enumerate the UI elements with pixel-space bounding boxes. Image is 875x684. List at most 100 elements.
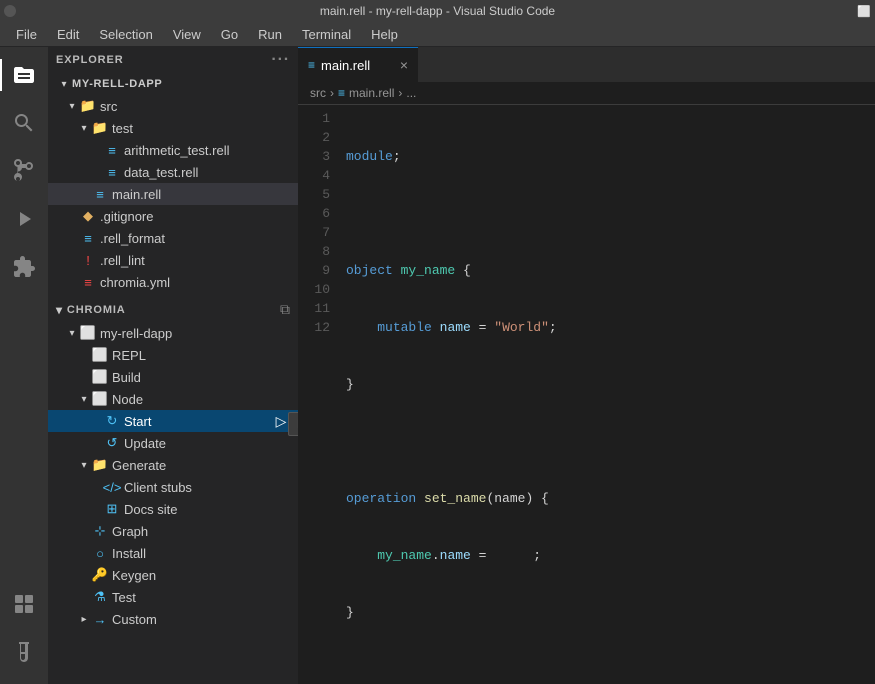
rell-lint-icon: ! [80,252,96,268]
menu-help[interactable]: Help [363,25,406,44]
chromia-start[interactable]: ▸ ↻ Start ▷ [48,410,298,432]
chromia-update[interactable]: ▸ ↺ Update [48,432,298,454]
run-icon [12,207,36,231]
build-icon: ⬜ [92,369,108,385]
breadcrumb-dots[interactable]: ... [406,86,416,100]
chromia-graph[interactable]: ▸ ⊹ Graph [48,520,298,542]
activity-remote[interactable] [0,580,48,628]
menu-go[interactable]: Go [213,25,246,44]
repl-label: REPL [112,348,146,363]
breadcrumb-src[interactable]: src [310,86,326,100]
menu-edit[interactable]: Edit [49,25,87,44]
data-test-file[interactable]: ▸ ≡ data_test.rell [48,161,298,183]
arithmetic-test-file[interactable]: ▸ ≡ arithmetic_test.rell [48,139,298,161]
data-test-label: data_test.rell [124,165,198,180]
activity-testing[interactable] [0,628,48,676]
chromia-test[interactable]: ▸ ⚗ Test [48,586,298,608]
sidebar: EXPLORER ··· ▾ MY-RELL-DAPP ▾ 📁 src ▾ 📁 … [48,47,298,684]
ln-2: 2 [306,128,330,147]
start-label: Start [124,414,151,429]
code-line-9: } [346,603,875,622]
test-folder[interactable]: ▾ 📁 test [48,117,298,139]
graph-label: Graph [112,524,148,539]
chromia-header[interactable]: ▾ CHROMIA ⧉ [48,297,298,322]
ln-10: 10 [306,280,330,299]
ln-3: 3 [306,147,330,166]
build-label: Build [112,370,141,385]
activity-source-control[interactable] [0,147,48,195]
activity-explorer[interactable] [0,51,48,99]
docs-grid-icon: ⊞ [104,501,120,517]
code-editor: 1 2 3 4 5 6 7 8 9 10 11 12 module; objec… [298,105,875,684]
rell-format-file[interactable]: ▸ ≡ .rell_format [48,227,298,249]
menu-file[interactable]: File [8,25,45,44]
ln-6: 6 [306,204,330,223]
search-icon [12,111,36,135]
tab-close-button[interactable]: × [400,57,408,73]
code-line-1: module; [346,147,875,166]
chromia-keygen[interactable]: ▸ 🔑 Keygen [48,564,298,586]
update-icon: ↺ [104,435,120,451]
chromia-generate[interactable]: ▾ 📁 Generate [48,454,298,476]
window-title: main.rell - my-rell-dapp - Visual Studio… [320,4,555,18]
window-right-controls: ⬜ [857,4,871,18]
chromia-repl[interactable]: ▸ ⬜ REPL [48,344,298,366]
chromia-docs-site[interactable]: ▸ ⊞ Docs site [48,498,298,520]
breadcrumb-file[interactable]: main.rell [349,86,394,100]
main-rell-file[interactable]: ▸ ≡ main.rell [48,183,298,205]
ln-5: 5 [306,185,330,204]
start-run-button[interactable]: ▷ [272,412,290,430]
chromia-package-icon: ⬜ [80,325,96,341]
gitignore-file[interactable]: ▸ ◆ .gitignore [48,205,298,227]
menu-run[interactable]: Run [250,25,290,44]
maximize-icon[interactable]: ⬜ [857,6,871,18]
ln-7: 7 [306,223,330,242]
gitignore-label: .gitignore [100,209,153,224]
ln-11: 11 [306,299,330,318]
rell-format-icon: ≡ [80,230,96,246]
chromia-title: CHROMIA [67,304,126,316]
chromia-yml-file[interactable]: ▸ ≡ chromia.yml [48,271,298,293]
explorer-menu-button[interactable]: ··· [271,51,290,69]
activity-run[interactable] [0,195,48,243]
remote-icon [12,592,36,616]
generate-icon: 📁 [92,457,108,473]
node-icon: ⬜ [92,391,108,407]
chromia-node[interactable]: ▾ ⬜ Node [48,388,298,410]
custom-icon: → [92,611,108,627]
src-folder[interactable]: ▾ 📁 src [48,95,298,117]
ln-8: 8 [306,242,330,261]
editor-area: ≡ main.rell × src › ≡ main.rell › ... 1 … [298,47,875,684]
rell-icon-2: ≡ [104,164,120,180]
code-line-2 [346,204,875,223]
chromia-project-root[interactable]: ▾ ⬜ my-rell-dapp [48,322,298,344]
custom-arrow: ▸ [76,614,92,625]
rell-format-label: .rell_format [100,231,165,246]
project-root[interactable]: ▾ MY-RELL-DAPP [48,73,298,95]
menu-selection[interactable]: Selection [91,25,160,44]
menu-terminal[interactable]: Terminal [294,25,359,44]
code-line-8: my_name.name = ; [346,546,875,565]
chromia-build[interactable]: ▸ ⬜ Build [48,366,298,388]
chromia-install[interactable]: ▸ ○ Install [48,542,298,564]
close-btn[interactable] [4,5,16,17]
chromia-client-stubs[interactable]: ▸ </> Client stubs [48,476,298,498]
code-content[interactable]: module; object my_name { mutable name = … [338,105,875,684]
rell-lint-file[interactable]: ▸ ! .rell_lint [48,249,298,271]
main-rell-tab[interactable]: ≡ main.rell × [298,47,418,82]
chromia-header-left[interactable]: ▾ CHROMIA [56,303,126,317]
activity-search[interactable] [0,99,48,147]
node-arrow: ▾ [76,394,92,405]
chromia-copy-icon[interactable]: ⧉ [280,301,290,318]
line-numbers: 1 2 3 4 5 6 7 8 9 10 11 12 [298,105,338,684]
project-name: MY-RELL-DAPP [72,78,162,90]
menu-view[interactable]: View [165,25,209,44]
title-bar: main.rell - my-rell-dapp - Visual Studio… [0,0,875,22]
update-label: Update [124,436,166,451]
src-folder-icon: 📁 [80,98,96,114]
chromia-project-label: my-rell-dapp [100,326,172,341]
activity-extensions[interactable] [0,243,48,291]
test-label: test [112,121,133,136]
chromia-custom[interactable]: ▸ → Custom [48,608,298,630]
main-rell-icon: ≡ [92,186,108,202]
